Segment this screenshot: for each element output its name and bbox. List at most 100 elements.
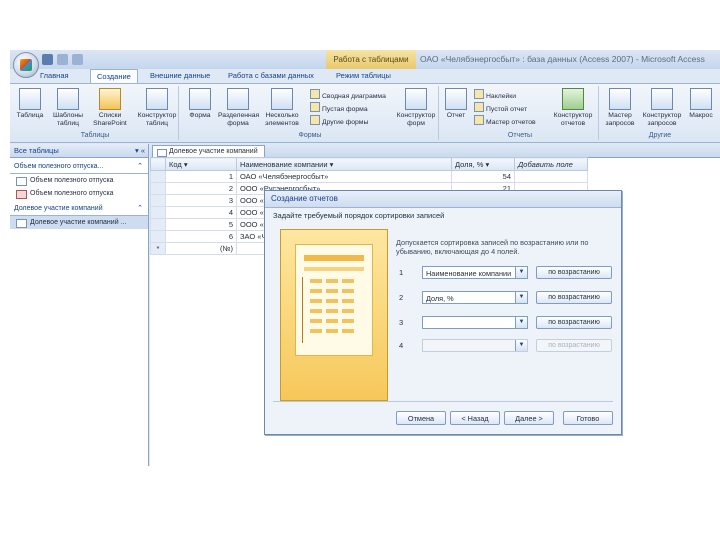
query-design-icon — [651, 88, 673, 110]
sort-field-select-2[interactable]: Доля, % ▼ — [422, 291, 528, 304]
sort-order-button-2[interactable]: по возрастанию — [536, 291, 612, 304]
table-button[interactable]: Таблица — [12, 88, 48, 120]
cell-code[interactable]: 2 — [165, 182, 237, 195]
tab-database-tools[interactable]: Работа с базами данных — [228, 69, 314, 83]
ribbon-tabs: Главная Создание Внешние данные Работа с… — [10, 69, 720, 85]
row-selector[interactable] — [150, 230, 166, 243]
cell-code[interactable]: 1 — [165, 170, 237, 183]
cancel-button[interactable]: Отмена — [396, 411, 446, 425]
sort-order-button-1[interactable]: по возрастанию — [536, 266, 612, 279]
nav-group-sales[interactable]: Объем полезного отпуска... ⌃ — [10, 161, 148, 174]
nav-item-label: Объем полезного отпуска — [30, 190, 114, 197]
cell-code[interactable]: 4 — [165, 206, 237, 219]
cell-empty[interactable] — [514, 170, 588, 183]
query-design-button[interactable]: Конструктор запросов — [640, 88, 684, 128]
table-templates-button[interactable]: Шаблоны таблиц — [50, 88, 86, 128]
column-label: Доля, % — [455, 159, 484, 169]
form-icon — [16, 190, 27, 199]
row-selector[interactable] — [150, 194, 166, 207]
table-row[interactable]: 1 ОАО «Челябэнергосбыт» 54 — [150, 170, 588, 183]
report-button[interactable]: Отчет — [442, 88, 470, 120]
sort-number: 2 — [399, 293, 404, 302]
cell-name[interactable]: ОАО «Челябэнергосбыт» — [236, 170, 452, 183]
sort-order-button-3[interactable]: по возрастанию — [536, 316, 612, 329]
column-header-code[interactable]: Код ▾ — [165, 157, 237, 171]
chevron-down-icon[interactable]: ▼ — [515, 340, 527, 351]
labels-button[interactable]: Наклейки — [474, 89, 516, 100]
collapse-pane-icon[interactable]: « — [141, 146, 145, 155]
table-design-label: Конструктор таблиц — [137, 112, 177, 127]
table-icon — [16, 219, 27, 228]
office-button[interactable] — [13, 52, 39, 78]
nav-item-shares-table[interactable]: Долевое участие компаний ... — [10, 216, 148, 229]
split-form-icon — [227, 88, 249, 110]
save-icon[interactable] — [42, 54, 53, 65]
pivot-chart-button[interactable]: Сводная диаграмма — [310, 89, 386, 100]
redo-icon[interactable] — [72, 54, 83, 65]
multiple-items-label: Несколько элементов — [265, 112, 299, 127]
nav-item-sales-table[interactable]: Объем полезного отпуска — [10, 174, 148, 187]
sharepoint-lists-button[interactable]: Списки SharePoint — [92, 88, 128, 128]
row-selector[interactable] — [150, 182, 166, 195]
form-button[interactable]: Форма — [182, 88, 218, 120]
form-design-button[interactable]: Конструктор форм — [396, 88, 436, 128]
nav-item-sales-form[interactable]: Объем полезного отпуска — [10, 187, 148, 200]
cell-code[interactable]: (№) — [165, 242, 237, 255]
query-design-label: Конструктор запросов — [642, 112, 682, 127]
sort-field-select-4[interactable]: ▼ — [422, 339, 528, 352]
navigation-pane: Все таблицы ▾ « Объем полезного отпуска.… — [10, 144, 149, 466]
next-button[interactable]: Далее > — [504, 411, 554, 425]
row-selector[interactable] — [150, 206, 166, 219]
nav-group-shares[interactable]: Долевое участие компаний ⌃ — [10, 203, 148, 216]
tab-datasheet[interactable]: Режим таблицы — [336, 69, 391, 83]
report-wizard-button[interactable]: Мастер отчетов — [474, 115, 536, 126]
tab-home[interactable]: Главная — [40, 69, 69, 83]
form-design-icon — [405, 88, 427, 110]
tab-external-data[interactable]: Внешние данные — [150, 69, 210, 83]
row-selector[interactable] — [150, 170, 166, 183]
column-header-share[interactable]: Доля, % ▾ — [451, 157, 515, 171]
split-form-button[interactable]: Разделенная форма — [218, 88, 259, 128]
select-all-cell[interactable] — [150, 157, 166, 171]
sharepoint-icon — [99, 88, 121, 110]
cell-code[interactable]: 3 — [165, 194, 237, 207]
sort-field-value: Наименование компании — [426, 269, 512, 278]
multiple-items-button[interactable]: Несколько элементов — [262, 88, 302, 128]
form-design-label: Конструктор форм — [396, 112, 436, 127]
back-button[interactable]: < Назад — [450, 411, 500, 425]
cell-share[interactable]: 54 — [451, 170, 515, 183]
sort-field-select-1[interactable]: Наименование компании ▼ — [422, 266, 528, 279]
undo-icon[interactable] — [57, 54, 68, 65]
query-wizard-button[interactable]: Мастер запросов — [602, 88, 638, 128]
macro-button[interactable]: Макрос — [686, 88, 716, 120]
blank-form-button[interactable]: Пустая форма — [310, 102, 368, 113]
blank-report-button[interactable]: Пустой отчет — [474, 102, 527, 113]
chevron-down-icon[interactable]: ▼ — [515, 317, 527, 328]
table-design-button[interactable]: Конструктор таблиц — [136, 88, 178, 128]
labels-label: Наклейки — [486, 93, 517, 100]
cell-code[interactable]: 5 — [165, 218, 237, 231]
sort-field-select-3[interactable]: ▼ — [422, 316, 528, 329]
blank-report-icon — [474, 102, 484, 112]
sort-order-button-4[interactable]: по возрастанию — [536, 339, 612, 352]
cell-code[interactable]: 6 — [165, 230, 237, 243]
navpane-header[interactable]: Все таблицы ▾ « — [10, 144, 148, 158]
column-header-add-field[interactable]: Добавить поле — [514, 157, 588, 171]
column-header-name[interactable]: Наименование компании ▾ — [236, 157, 452, 171]
finish-button[interactable]: Готово — [563, 411, 613, 425]
report-design-button[interactable]: Конструктор отчетов — [550, 88, 596, 128]
nav-item-label: Долевое участие компаний ... — [30, 219, 127, 226]
report-preview-icon — [295, 244, 373, 356]
more-forms-icon — [310, 115, 320, 125]
chevron-up-icon: ⌃ — [137, 163, 143, 170]
more-forms-button[interactable]: Другие формы — [310, 115, 368, 126]
column-label: Код — [169, 159, 182, 169]
dialog-description: Допускается сортировка записей по возрас… — [396, 238, 589, 256]
ribbon-group-reports: Отчет Наклейки Пустой отчет Мастер отчет… — [442, 86, 599, 140]
table-icon — [157, 149, 167, 157]
chevron-down-icon[interactable]: ▼ — [515, 267, 527, 278]
ribbon-group-forms: Форма Разделенная форма Несколько элемен… — [182, 86, 439, 140]
chevron-down-icon[interactable]: ▼ — [515, 292, 527, 303]
row-selector[interactable] — [150, 218, 166, 231]
chevron-down-icon[interactable]: ▾ — [135, 146, 139, 155]
